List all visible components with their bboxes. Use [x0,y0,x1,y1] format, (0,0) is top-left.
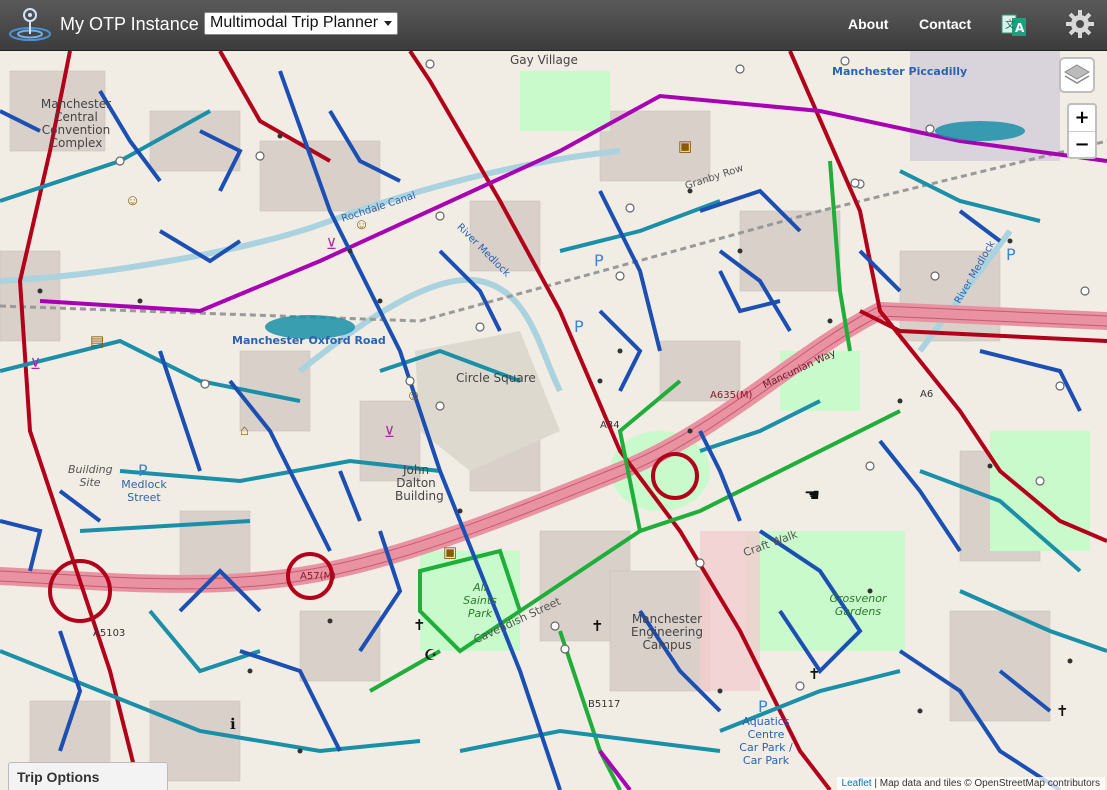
church-icon: ✝ [413,617,426,634]
parking-icon: P [758,697,768,716]
library-icon: ▣ [678,138,693,155]
map-label-a6: A6 [920,389,934,400]
parking-icon: P [574,317,584,336]
nav-contact-link[interactable]: Contact [919,16,971,32]
cinema-icon: ▤ [90,333,105,350]
language-translate-icon[interactable]: 文 A [1001,12,1027,38]
map-canvas[interactable]: Manchester Central Convention Complex Ga… [0,51,1107,790]
map-label-medlock-street: Medlock Street [121,478,167,504]
chevron-down-icon [384,21,392,26]
church-icon: ✝ [591,618,604,635]
museum-icon: ⌂ [240,422,250,439]
layers-button[interactable] [1059,57,1095,93]
map-label-circle-square: Circle Square [456,371,536,385]
map-label-a635m: A635(M) [710,390,753,401]
shopping-cart-icon: ⊻ [30,356,41,373]
map-label-a57m: A57(M) [300,571,336,582]
zoom-control: + − [1067,103,1097,159]
library-icon: ▣ [443,544,458,561]
map-label-aquatics-car-park: Aquatics Centre Car Park / Car Park [739,715,793,767]
map-label-manchester-piccadilly: Manchester Piccadilly [832,65,968,78]
map-label-john-dalton-building: John Dalton Building [395,463,444,503]
map-label-b5117: B5117 [588,699,621,710]
otp-logo-icon[interactable] [8,6,52,44]
attribution-text: | Map data and tiles © OpenStreetMap con… [871,778,1100,789]
theatre-icon: ☺ [406,387,422,404]
layers-icon [1064,64,1090,84]
parking-icon: P [1006,245,1016,264]
map-label-all-saints-park: All Saints Park [463,581,497,620]
nav-about-link[interactable]: About [848,16,888,32]
church-icon: ✝ [1056,703,1069,720]
parking-icon: P [594,251,604,270]
map-tiles [0,51,1107,790]
zoom-in-button[interactable]: + [1069,105,1095,132]
svg-text:文: 文 [1005,18,1015,31]
leaflet-link[interactable]: Leaflet [842,778,872,789]
theatre-icon: ☺ [125,192,141,209]
church-icon: ✝ [808,666,821,683]
app-window: My OTP Instance Multimodal Trip Planner … [0,0,1107,790]
map-label-building-site: Building Site [68,463,113,489]
planner-mode-select[interactable]: Multimodal Trip Planner [204,12,398,35]
shopping-cart-icon: ⊻ [384,424,395,441]
information-icon: ℹ [230,716,236,733]
map-label-engineering-campus: Manchester Engineering Campus [631,612,703,652]
map-label-grosvenor-gardens: Grosvenor Gardens [829,592,887,618]
gear-icon[interactable] [1065,9,1095,39]
app-title: My OTP Instance [60,14,199,34]
shopping-cart-icon: ⊻ [326,236,337,253]
svg-text:A: A [1015,21,1025,35]
theatre-icon: ☺ [354,216,370,233]
mosque-icon: ☪ [424,647,438,664]
zoom-out-button[interactable]: − [1069,132,1095,158]
parking-icon: P [138,461,148,480]
map-attribution: Leaflet | Map data and tiles © OpenStree… [836,777,1105,790]
map-label-manchester-oxford-road: Manchester Oxford Road [232,334,386,347]
hand-cursor-icon: ☚ [804,485,821,505]
trip-options-tab[interactable]: Trip Options [8,762,168,790]
map-label-convention-complex: Manchester Central Convention Complex [40,97,112,150]
map-label-gay-village: Gay Village [510,53,578,67]
map-label-a5103: A5103 [93,628,126,639]
top-navbar: My OTP Instance Multimodal Trip Planner … [0,0,1107,51]
trip-options-label: Trip Options [17,769,100,785]
planner-mode-value: Multimodal Trip Planner [210,14,379,31]
map-label-a34: A34 [600,420,620,431]
